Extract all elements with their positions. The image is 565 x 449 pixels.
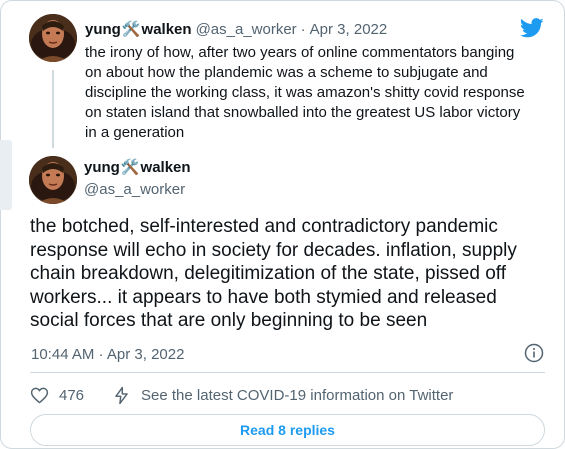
reply-tweet-text: the irony of how, after two years of onl…	[85, 44, 525, 141]
main-handle[interactable]: @as_a_worker	[84, 181, 191, 198]
reply-author-row: yung 🛠️ walken @as_a_worker · Apr 3, 2022	[85, 20, 388, 39]
info-icon[interactable]	[524, 343, 544, 363]
like-count: 476	[59, 386, 85, 404]
reply-avatar[interactable]	[29, 14, 77, 62]
heart-icon	[30, 387, 49, 403]
divider	[30, 372, 545, 373]
thread-connector	[52, 70, 54, 148]
read-replies-button[interactable]: Read 8 replies	[30, 414, 545, 446]
reply-display-name[interactable]: yung 🛠️ walken	[85, 20, 192, 39]
reply-handle[interactable]: @as_a_worker	[196, 21, 297, 38]
lightning-icon	[115, 386, 128, 404]
covid-info-text: See the latest COVID-19 information on T…	[141, 386, 454, 404]
action-bar: 476 See the latest COVID-19 information …	[30, 383, 453, 407]
twitter-bird-icon[interactable]	[520, 18, 544, 38]
tweet-timestamp[interactable]: 10:44 AM · Apr 3, 2022	[31, 346, 184, 363]
covid-info-link[interactable]: See the latest COVID-19 information on T…	[112, 386, 453, 405]
reply-date[interactable]: Apr 3, 2022	[310, 21, 388, 38]
hammer-wrench-icon: 🛠️	[120, 159, 140, 176]
main-tweet-text: the botched, self-interested and contrad…	[30, 216, 517, 331]
main-author-block: yung 🛠️ walken @as_a_worker	[84, 158, 191, 198]
left-edge-strip	[0, 140, 12, 210]
main-display-name[interactable]: yung 🛠️ walken	[84, 158, 191, 177]
hammer-wrench-icon: 🛠️	[121, 21, 141, 38]
main-avatar[interactable]	[29, 156, 77, 204]
like-button[interactable]: 476	[30, 386, 84, 405]
separator-dot: ·	[300, 20, 306, 38]
